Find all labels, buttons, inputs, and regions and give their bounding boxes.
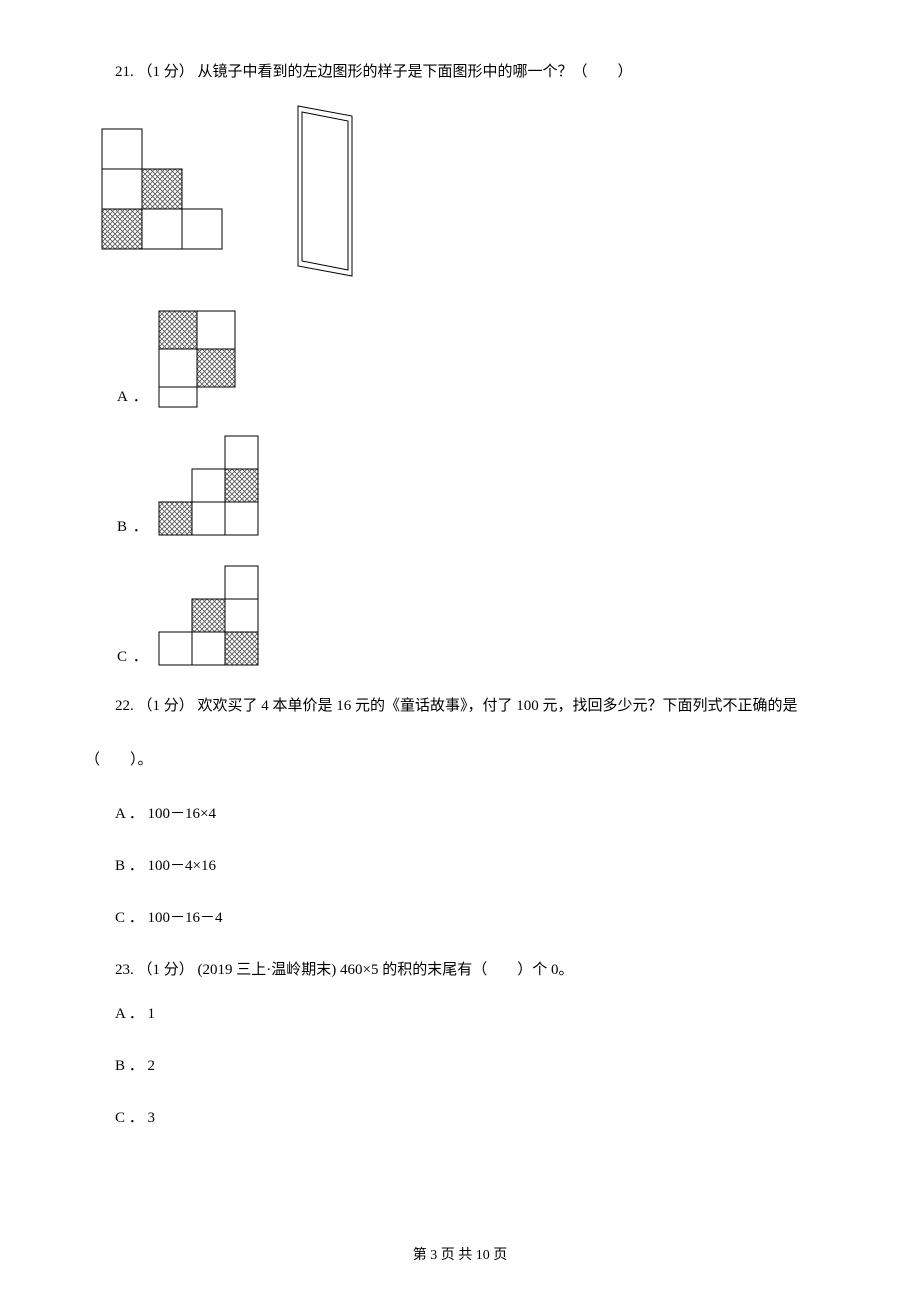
q21-main-shape — [100, 119, 235, 269]
page-footer: 第 3 页 共 10 页 — [0, 1245, 920, 1267]
q21-option-c-shape — [157, 564, 287, 669]
q23-source: (2019 三上·温岭期末) — [198, 962, 337, 978]
q22-points: （1 分） — [138, 698, 194, 714]
question-23: 23. （1 分） (2019 三上·温岭期末) 460×5 的积的末尾有（ ）… — [85, 958, 835, 1130]
q21-mirror-icon — [280, 104, 360, 284]
q22-option-a: A ． 100－16×4 — [85, 802, 835, 826]
q23-header: 23. （1 分） (2019 三上·温岭期末) 460×5 的积的末尾有（ ）… — [85, 958, 835, 982]
q23-option-c: C ． 3 — [85, 1106, 835, 1130]
q22-text1: 欢欢买了 4 本单价是 16 元的《童话故事》，付了 100 元，找回多少元？下… — [198, 698, 798, 714]
q21-option-c: C ． — [87, 564, 835, 669]
q23-points: （1 分） — [138, 962, 194, 978]
q21-number: 21. — [115, 64, 134, 80]
question-21: 21. （1 分） 从镜子中看到的左边图形的样子是下面图形中的哪一个？（ ） — [85, 60, 835, 669]
q22-option-c: C ． 100－16－4 — [85, 906, 835, 930]
q23-number: 23. — [115, 962, 134, 978]
q21-option-b-label: B ． — [87, 515, 149, 539]
q23-option-a: A ． 1 — [85, 1002, 835, 1026]
q23-text: 460×5 的积的末尾有（ ）个 0。 — [340, 962, 573, 978]
question-22: 22. （1 分） 欢欢买了 4 本单价是 16 元的《童话故事》，付了 100… — [85, 694, 835, 930]
q22-option-b: B ． 100－4×16 — [85, 854, 835, 878]
q21-option-a-shape — [157, 309, 277, 409]
q21-figure-row — [100, 104, 835, 284]
q22-number: 22. — [115, 698, 134, 714]
q23-option-b: B ． 2 — [85, 1054, 835, 1078]
q21-text: 从镜子中看到的左边图形的样子是下面图形中的哪一个？（ ） — [198, 64, 633, 80]
q21-points: （1 分） — [138, 64, 194, 80]
q21-header: 21. （1 分） 从镜子中看到的左边图形的样子是下面图形中的哪一个？（ ） — [85, 60, 835, 84]
q21-option-a: A ． — [87, 309, 835, 409]
q22-line1: 22. （1 分） 欢欢买了 4 本单价是 16 元的《童话故事》，付了 100… — [85, 694, 835, 718]
q21-option-b-shape — [157, 434, 287, 539]
q22-line2: （ ）。 — [85, 748, 835, 772]
q21-option-b: B ． — [87, 434, 835, 539]
q21-option-c-label: C ． — [87, 645, 149, 669]
q21-option-a-label: A ． — [87, 385, 149, 409]
